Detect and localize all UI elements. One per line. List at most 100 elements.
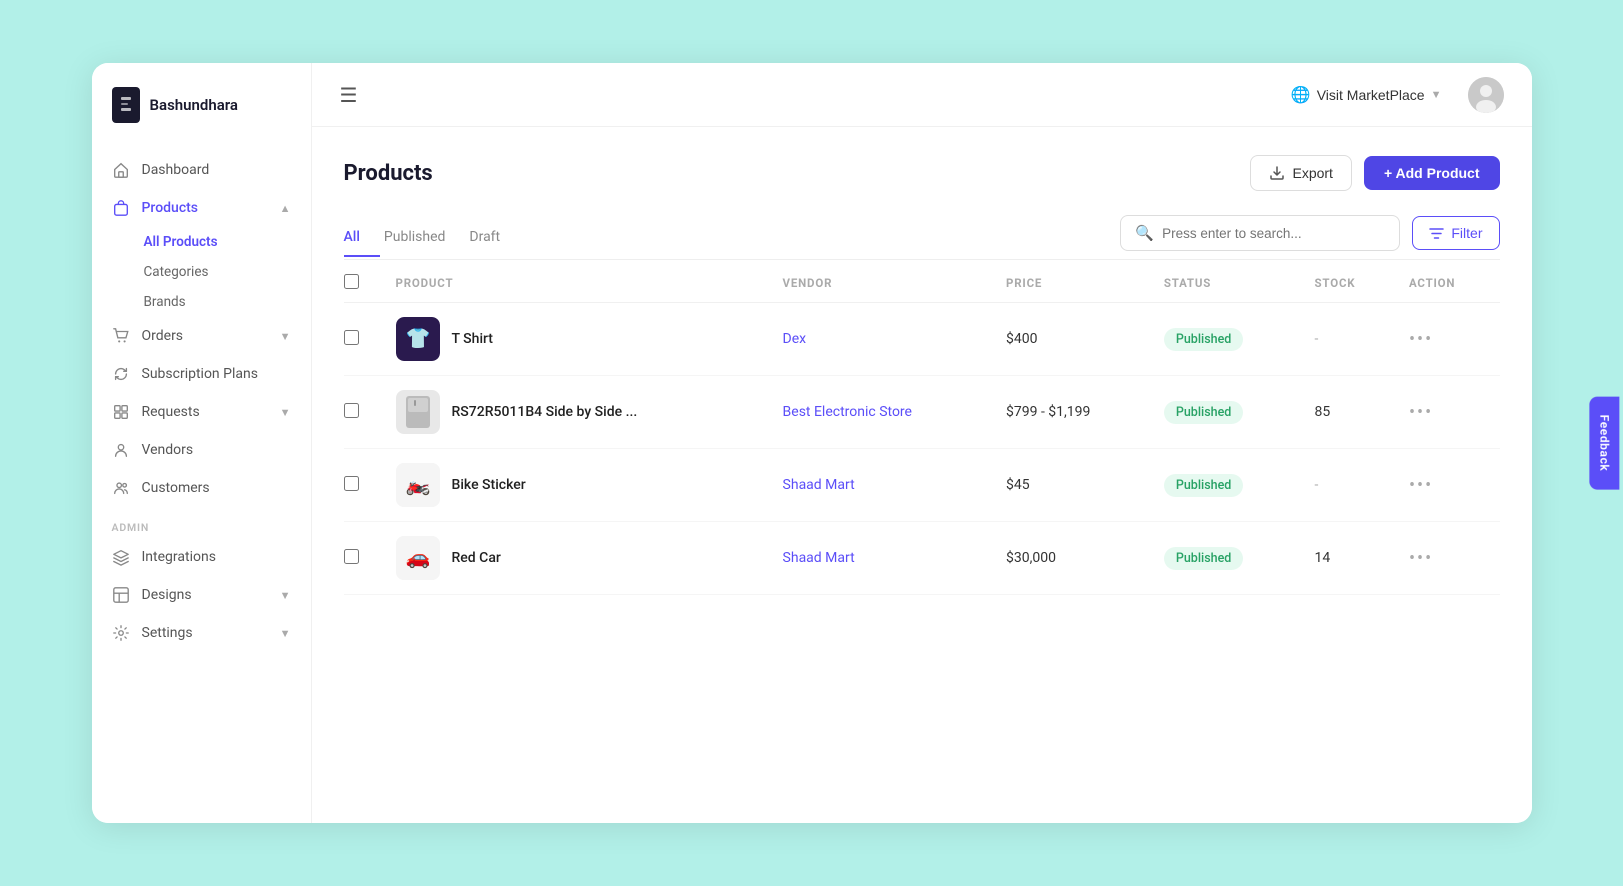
- table-row: RS72R5011B4 Side by Side ... Best Electr…: [344, 376, 1500, 449]
- action-menu-button[interactable]: •••: [1409, 329, 1433, 350]
- row-checkbox-3[interactable]: [344, 549, 359, 564]
- filter-icon: [1429, 226, 1444, 241]
- vendor-link[interactable]: Best Electronic Store: [783, 404, 912, 420]
- action-cell: •••: [1397, 303, 1500, 376]
- search-input[interactable]: [1162, 226, 1385, 241]
- user-avatar[interactable]: [1468, 77, 1504, 113]
- row-checkbox-cell: [344, 449, 384, 522]
- status-cell: Published: [1152, 303, 1303, 376]
- tabs-row: All Published Draft 🔍 Filter: [344, 215, 1500, 260]
- sidebar-item-integrations[interactable]: Integrations: [92, 538, 311, 576]
- sidebar-item-settings[interactable]: Settings ▼: [92, 614, 311, 652]
- stock-value: -: [1315, 477, 1319, 493]
- hamburger-menu-icon[interactable]: ☰: [340, 83, 358, 107]
- sidebar-item-label: Integrations: [142, 549, 216, 565]
- chevron-down-icon: ▼: [280, 627, 291, 640]
- price-cell: $400: [994, 303, 1152, 376]
- vendor-link[interactable]: Shaad Mart: [783, 550, 855, 566]
- sidebar: Bashundhara Dashboard Products ▲: [92, 63, 312, 823]
- filter-label: Filter: [1451, 225, 1482, 241]
- sidebar-item-vendors[interactable]: Vendors: [92, 431, 311, 469]
- select-all-checkbox[interactable]: [344, 274, 359, 289]
- action-menu-button[interactable]: •••: [1409, 548, 1433, 569]
- table-row: 🚗 Red Car Shaad Mart $30,000 Published 1…: [344, 522, 1500, 595]
- vendor-cell: Shaad Mart: [771, 449, 994, 522]
- visit-marketplace-button[interactable]: 🌐 Visit MarketPlace ▼: [1281, 79, 1452, 111]
- grid-icon: [112, 403, 130, 421]
- row-checkbox-1[interactable]: [344, 403, 359, 418]
- feedback-label: Feedback: [1598, 415, 1612, 472]
- sidebar-item-dashboard[interactable]: Dashboard: [92, 151, 311, 189]
- product-name: RS72R5011B4 Side by Side ...: [452, 404, 638, 420]
- sidebar-item-label: Products: [142, 200, 199, 216]
- products-subnav: All Products Categories Brands: [92, 227, 311, 317]
- status-badge: Published: [1164, 547, 1243, 570]
- export-button[interactable]: Export: [1250, 155, 1351, 191]
- sidebar-navigation: Dashboard Products ▲ All Products Catego…: [92, 143, 311, 823]
- search-icon: 🔍: [1135, 224, 1154, 242]
- product-cell: RS72R5011B4 Side by Side ...: [384, 376, 771, 449]
- header-actions: Export + Add Product: [1250, 155, 1499, 191]
- action-menu-button[interactable]: •••: [1409, 475, 1433, 496]
- stock-cell: 85: [1303, 376, 1397, 449]
- export-icon: [1269, 165, 1285, 181]
- layout-icon: [112, 586, 130, 604]
- tab-published[interactable]: Published: [380, 219, 465, 257]
- cart-icon: [112, 327, 130, 345]
- product-thumbnail: [396, 390, 440, 434]
- sidebar-item-orders[interactable]: Orders ▼: [92, 317, 311, 355]
- table-row: 👕 T Shirt Dex $400 Published - •••: [344, 303, 1500, 376]
- product-name: Red Car: [452, 550, 501, 566]
- vendor-cell: Dex: [771, 303, 994, 376]
- person-icon: [112, 441, 130, 459]
- stock-value: -: [1315, 331, 1319, 347]
- sidebar-item-subscription[interactable]: Subscription Plans: [92, 355, 311, 393]
- page-header: Products Export + Add Product: [344, 155, 1500, 191]
- sidebar-logo: Bashundhara: [92, 63, 311, 143]
- tab-all[interactable]: All: [344, 219, 380, 257]
- price-cell: $799 - $1,199: [994, 376, 1152, 449]
- add-product-label: + Add Product: [1384, 165, 1480, 181]
- logo-icon: [112, 87, 140, 123]
- add-product-button[interactable]: + Add Product: [1364, 156, 1500, 190]
- sidebar-item-customers[interactable]: Customers: [92, 469, 311, 507]
- product-thumbnail: 🏍️: [396, 463, 440, 507]
- export-label: Export: [1292, 165, 1332, 181]
- sidebar-item-designs[interactable]: Designs ▼: [92, 576, 311, 614]
- topbar: ☰ 🌐 Visit MarketPlace ▼: [312, 63, 1532, 127]
- sidebar-item-products[interactable]: Products ▲: [92, 189, 311, 227]
- stock-cell: -: [1303, 303, 1397, 376]
- stock-cell: -: [1303, 449, 1397, 522]
- vendor-link[interactable]: Dex: [783, 331, 807, 347]
- row-checkbox-2[interactable]: [344, 476, 359, 491]
- topbar-right: 🌐 Visit MarketPlace ▼: [1281, 77, 1504, 113]
- product-thumbnail: 👕: [396, 317, 440, 361]
- row-checkbox-0[interactable]: [344, 330, 359, 345]
- chevron-up-icon: ▲: [280, 202, 291, 215]
- product-cell: 👕 T Shirt: [384, 303, 771, 376]
- table-header-row: PRODUCT VENDOR PRICE STATUS STOCK ACTION: [344, 260, 1500, 303]
- sidebar-item-brands[interactable]: Brands: [136, 287, 311, 317]
- chevron-down-icon: ▼: [280, 406, 291, 419]
- sidebar-item-requests[interactable]: Requests ▼: [92, 393, 311, 431]
- sidebar-item-categories[interactable]: Categories: [136, 257, 311, 287]
- tabs-right-actions: 🔍 Filter: [1120, 215, 1499, 259]
- row-checkbox-cell: [344, 376, 384, 449]
- feedback-tab[interactable]: Feedback: [1590, 397, 1620, 490]
- status-badge: Published: [1164, 474, 1243, 497]
- vendor-cell: Best Electronic Store: [771, 376, 994, 449]
- sidebar-item-all-products[interactable]: All Products: [136, 227, 311, 257]
- stock-value: 14: [1315, 550, 1331, 566]
- tab-draft[interactable]: Draft: [465, 219, 520, 257]
- sidebar-item-label: Dashboard: [142, 162, 210, 178]
- main-content: ☰ 🌐 Visit MarketPlace ▼: [312, 63, 1532, 823]
- svg-text:👕: 👕: [405, 326, 430, 350]
- action-menu-button[interactable]: •••: [1409, 402, 1433, 423]
- status-cell: Published: [1152, 522, 1303, 595]
- filter-button[interactable]: Filter: [1412, 216, 1499, 250]
- col-price: PRICE: [994, 260, 1152, 303]
- visit-marketplace-label: Visit MarketPlace: [1317, 87, 1425, 103]
- sidebar-item-label: Vendors: [142, 442, 194, 458]
- vendor-link[interactable]: Shaad Mart: [783, 477, 855, 493]
- col-checkbox: [344, 260, 384, 303]
